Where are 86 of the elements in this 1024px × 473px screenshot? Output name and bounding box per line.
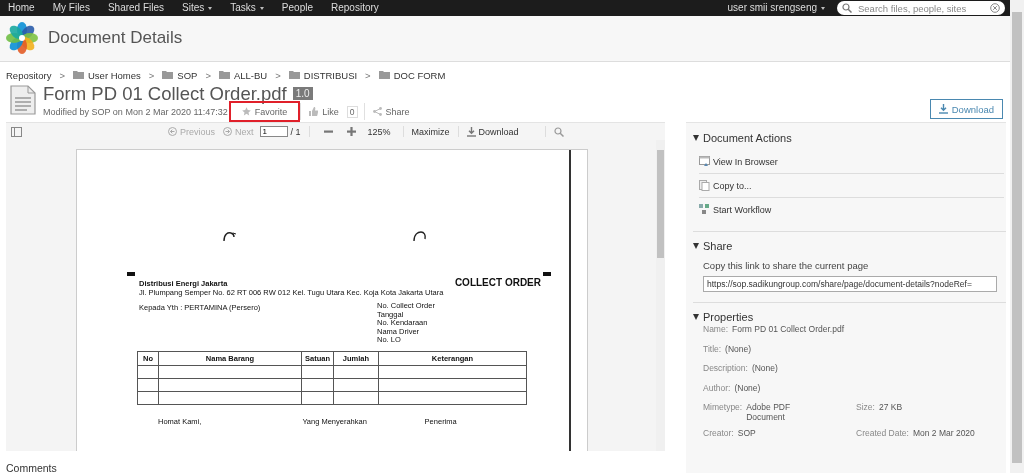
download-button[interactable]: Download: [929, 99, 1003, 120]
share-hint: Copy this link to share the current page: [703, 260, 870, 271]
like-count: 0: [346, 105, 358, 118]
download-icon: [938, 104, 948, 115]
modified-info: Modified by SOP on Mon 2 Mar 2020 11:47:32: [43, 106, 228, 117]
property-value: Form PD 01 Collect Order.pdf: [732, 324, 844, 334]
page-title: Document Details: [48, 28, 183, 49]
search-icon: [553, 126, 564, 137]
section-title[interactable]: Properties: [703, 311, 754, 323]
download-button[interactable]: Download: [466, 126, 519, 137]
collapse-icon[interactable]: [693, 135, 699, 141]
scan-mark-icon: [412, 230, 428, 242]
right-arrow-icon: [223, 127, 232, 136]
action-link[interactable]: Copy to...: [699, 174, 1004, 198]
property-value: Adobe PDF Document: [746, 402, 792, 422]
property-label: Size:: [856, 402, 875, 412]
property-label: Mimetype:: [703, 402, 743, 414]
viewer-scrollbar[interactable]: [656, 140, 665, 451]
logo-icon: [6, 22, 38, 55]
property-value: (None): [751, 363, 778, 373]
zoom-level: 125%: [367, 126, 391, 137]
property-value: (None): [725, 343, 752, 354]
property-label: Name:: [703, 324, 729, 334]
page-scrollbar[interactable]: [1010, 0, 1024, 473]
breadcrumb-link[interactable]: DISTRIBUSI: [303, 69, 358, 81]
property-label: Created Date:: [856, 428, 909, 438]
nav-link[interactable]: Sites: [182, 0, 213, 16]
scan-mark-icon: [543, 272, 551, 276]
favorite-button[interactable]: Favorite: [228, 101, 301, 123]
zoom-in-icon: [346, 127, 356, 136]
user-menu[interactable]: user smii srengseng: [727, 0, 825, 16]
nav-link[interactable]: Shared Files: [107, 0, 165, 16]
share-button[interactable]: Share: [363, 103, 418, 121]
collapse-icon[interactable]: [693, 314, 699, 320]
star-icon: [241, 107, 251, 117]
scan-mark-icon: [222, 230, 238, 242]
property-value: SOP: [737, 428, 757, 438]
search-icon: [842, 3, 852, 13]
property-label: Author:: [703, 382, 731, 393]
share-icon: [372, 107, 382, 117]
scan-mark-icon: [127, 272, 135, 276]
property-value: 27 KB: [878, 402, 903, 412]
browser-window-icon: [699, 156, 710, 167]
breadcrumb-link[interactable]: SOP: [177, 69, 198, 81]
thumbs-up-icon: [309, 107, 319, 117]
breadcrumb-separator: >: [365, 69, 371, 81]
breadcrumb-separator: >: [275, 69, 281, 81]
like-button[interactable]: Like: [300, 103, 347, 121]
section-title[interactable]: Document Actions: [703, 132, 792, 144]
section-title[interactable]: Share: [703, 240, 733, 252]
copy-icon: [699, 180, 710, 191]
property-value: (None): [734, 382, 761, 393]
nav-link[interactable]: People: [281, 0, 313, 16]
breadcrumb-separator: >: [59, 69, 65, 81]
clear-icon: [990, 3, 1000, 13]
breadcrumb-link[interactable]: User Homes: [88, 69, 141, 81]
maximize-button[interactable]: Maximize: [411, 126, 450, 137]
search-field[interactable]: Search files, people, sites: [837, 1, 1005, 15]
collapse-icon[interactable]: [693, 243, 699, 249]
property-label: Description:: [703, 363, 748, 373]
nav-link[interactable]: Repository: [331, 0, 379, 16]
page-number-field[interactable]: 1: [259, 126, 288, 137]
form-heading: COLLECT ORDER: [454, 277, 541, 288]
breadcrumb-separator: >: [148, 69, 155, 81]
download-icon: [466, 126, 476, 137]
breadcrumb-link[interactable]: Repository: [6, 69, 52, 81]
left-arrow-icon: [168, 127, 177, 136]
property-label: Creator:: [703, 428, 734, 438]
breadcrumb-separator: >: [205, 69, 211, 81]
action-link[interactable]: View In Browser: [699, 150, 1004, 174]
sidebar-toggle-icon: [11, 126, 22, 137]
property-value: Mon 2 Mar 2020: [912, 428, 975, 438]
breadcrumb-link[interactable]: DOC FORM: [393, 69, 446, 81]
section-title: Comments: [6, 462, 58, 473]
document-icon: [10, 85, 36, 116]
share-link-field[interactable]: https://sop.sadikungroup.com/share/page/document-details?nodeRef=: [703, 276, 997, 292]
workflow-icon: [699, 204, 710, 215]
property-label: Title:: [703, 343, 722, 354]
nav-link[interactable]: Tasks: [230, 0, 264, 16]
action-link[interactable]: Start Workflow: [699, 198, 1004, 221]
breadcrumb-link[interactable]: ALL-BU: [233, 69, 268, 81]
nav-link[interactable]: Home: [8, 0, 35, 16]
search-button[interactable]: [553, 126, 564, 137]
version-badge: 1.0: [292, 87, 313, 101]
page-total: / 1: [290, 126, 301, 137]
nav-link[interactable]: My Files: [52, 0, 90, 16]
